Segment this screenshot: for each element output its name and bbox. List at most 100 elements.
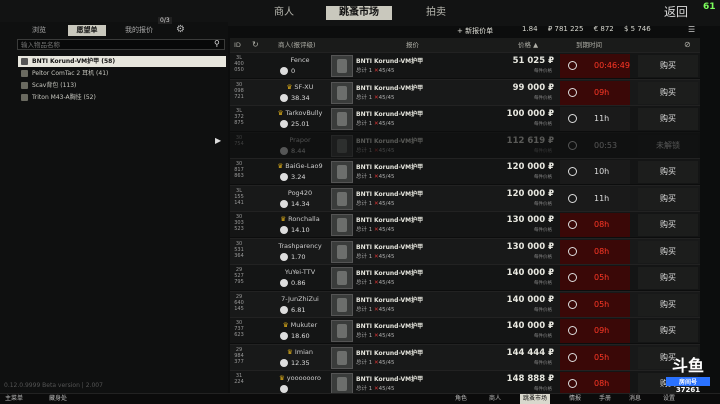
seller-name[interactable]: 7-JunZhiZui — [260, 295, 340, 303]
close-icon[interactable]: ⊘ — [684, 38, 691, 52]
item-thumbnail[interactable] — [331, 134, 353, 157]
item-thumbnail[interactable] — [331, 240, 353, 263]
tab-traders[interactable]: 商人 — [262, 6, 306, 20]
buy-button[interactable]: 购买 — [638, 187, 698, 210]
item-thumbnail[interactable] — [331, 214, 353, 236]
table-row[interactable]: 30 754 Prapor 8.44 BNTI Korund-VM护甲 总计 1 ✕45/… — [230, 131, 700, 158]
buy-button[interactable]: 购买 — [638, 267, 698, 289]
seller-name[interactable]: Pog420 — [260, 189, 340, 197]
item-thumbnail[interactable] — [331, 108, 353, 130]
handbook-button[interactable]: 手册 — [596, 394, 614, 404]
buy-button[interactable]: 未解锁 — [638, 134, 698, 157]
seller-rating: 1.70 — [280, 252, 336, 261]
tab-wishlist[interactable]: 愿望单 — [68, 25, 106, 36]
table-row[interactable]: 30 098 721 ♛ SF-XU 38.34 BNTI Korund-VM护甲 总计 1 … — [230, 78, 700, 105]
item-name: BNTI Korund-VM护甲 — [356, 270, 424, 277]
table-row[interactable]: 29 527 795 YuYei-TTV 0.86 BNTI Korund-VM护甲 总计 … — [230, 264, 700, 290]
seller-name[interactable]: Prapor — [260, 136, 340, 144]
tab-browse[interactable]: 浏览 — [20, 25, 58, 36]
clock-icon — [568, 379, 577, 388]
buy-button[interactable]: 购买 — [638, 161, 698, 183]
wishlist-item[interactable]: Peltor ComTac 2 耳机 (41) — [18, 68, 226, 79]
seller-name[interactable]: ♛ Ronchalla — [260, 215, 340, 223]
wishlist-item[interactable]: BNTI Korund-VM护甲 (58) — [18, 56, 226, 67]
seller-name[interactable]: ♛ BaiGe-Lao9 — [260, 162, 340, 170]
buy-button[interactable]: 购买 — [638, 81, 698, 104]
table-row[interactable]: 30 737 623 ♛ Mukuter 18.60 BNTI Korund-VM护甲 总计 … — [230, 317, 700, 343]
item-thumbnail[interactable] — [331, 187, 353, 210]
header-expire[interactable]: 到期时间 — [576, 38, 602, 52]
settings-button[interactable]: 设置 — [660, 394, 678, 404]
rating-badge-icon — [280, 252, 288, 261]
seller-name[interactable]: ♛ yooooooro — [260, 374, 340, 382]
buy-button[interactable]: 购买 — [638, 240, 698, 263]
buy-button[interactable]: 购买 — [638, 214, 698, 236]
table-row[interactable]: 30 303 523 ♛ Ronchalla 14.10 BNTI Korund-VM护甲总… — [230, 211, 700, 237]
flea-market-button[interactable]: 跳蚤市场 — [520, 394, 551, 404]
new-offer-button[interactable]: + 新报价单 — [457, 26, 493, 36]
main-menu-button[interactable]: 主菜单 — [2, 394, 26, 404]
seller-name[interactable]: YuYei-TTV — [260, 268, 340, 276]
gear-icon[interactable]: ⚙ — [176, 24, 185, 35]
tab-my-offers[interactable]: 我的报价 — [116, 25, 162, 36]
seller-name[interactable]: Trashparency — [260, 242, 340, 250]
header-item[interactable]: 报价 — [406, 38, 419, 52]
table-row[interactable]: 3L 372 875 ♛ TarkovBully 25.01 BNTI Korund-VM护… — [230, 105, 700, 131]
back-button[interactable]: 返回 — [664, 3, 688, 20]
messages-button[interactable]: 消息 — [626, 394, 644, 404]
crown-icon: ♛ — [277, 109, 284, 117]
search-input[interactable] — [17, 39, 225, 50]
seller-rating: 38.34 — [280, 93, 336, 102]
seller-name[interactable]: ♛ Imian — [260, 348, 340, 356]
seller-name[interactable]: Fence — [260, 56, 340, 64]
wishlist-item[interactable]: Scav背包 (113) — [18, 80, 226, 91]
header-seller[interactable]: 商人(报评级) — [278, 38, 316, 52]
expire-timer: 10h — [560, 160, 630, 184]
seller-rating: 12.35 — [280, 358, 336, 367]
intel-button[interactable]: 情报 — [566, 394, 584, 404]
tab-auction[interactable]: 拍卖 — [416, 6, 456, 20]
refresh-icon[interactable]: ↻ — [252, 38, 259, 52]
item-thumbnail[interactable] — [331, 81, 353, 104]
item-thumbnail[interactable] — [331, 55, 353, 77]
wishlist-item[interactable]: Triton M43-A胸挂 (52) — [18, 92, 226, 103]
tab-flea-market[interactable]: 跳蚤市场 — [326, 6, 392, 20]
rating-badge-icon — [280, 358, 288, 367]
offer-id: 3L 372 875 — [234, 108, 244, 126]
hideout-button[interactable]: 藏身处 — [46, 394, 70, 404]
table-row[interactable]: 30 531 364 Trashparency 1.70 BNTI Korund-VM护甲… — [230, 237, 700, 264]
view-toggle-icon[interactable]: ☰ — [688, 25, 695, 34]
clock-icon — [568, 61, 577, 70]
buy-button[interactable]: 购买 — [638, 108, 698, 130]
item-icon — [21, 70, 28, 77]
buy-button[interactable]: 购买 — [638, 320, 698, 342]
item-thumbnail[interactable] — [331, 267, 353, 289]
table-row[interactable]: 29 984 377 ♛ Imian 12.35 BNTI Korund-VM护甲 总计 1 … — [230, 343, 700, 370]
seller-name[interactable]: ♛ TarkovBully — [260, 109, 340, 117]
buy-button[interactable]: 购买 — [638, 293, 698, 316]
search-icon[interactable]: ⚲ — [214, 39, 220, 48]
crown-icon: ♛ — [278, 374, 285, 382]
header-price[interactable]: 价格 ▲ — [518, 38, 538, 52]
seller-name[interactable]: ♛ SF-XU — [260, 83, 340, 91]
rating-badge-icon — [280, 120, 288, 128]
item-thumbnail[interactable] — [331, 293, 353, 316]
rating-value: 1.84 — [522, 25, 538, 33]
unit-label: 每件价格 — [534, 228, 552, 233]
item-requirements: 总计 1 ✕45/45 — [356, 333, 395, 339]
table-row[interactable]: 3L 400 050 Fence 0 BNTI Korund-VM护甲 总计 1 ✕45/4… — [230, 52, 700, 78]
buy-button[interactable]: 购买 — [638, 55, 698, 77]
item-thumbnail[interactable] — [331, 320, 353, 342]
item-thumbnail[interactable] — [331, 373, 353, 395]
table-row[interactable]: 30 817 863 ♛ BaiGe-Lao9 3.24 BNTI Korund-VM护甲总… — [230, 158, 700, 184]
traders-button[interactable]: 商人 — [486, 394, 504, 404]
item-thumbnail[interactable] — [331, 346, 353, 369]
character-button[interactable]: 角色 — [452, 394, 470, 404]
item-thumbnail[interactable] — [331, 161, 353, 183]
collapse-arrow-icon[interactable]: ▶ — [215, 136, 221, 145]
table-row[interactable]: 3L 155 141 Pog420 14.34 BNTI Korund-VM护甲 总计 1 … — [230, 184, 700, 211]
header-id[interactable]: ID — [234, 38, 241, 52]
table-row[interactable]: 29 640 145 7-JunZhiZui 6.81 BNTI Korund-VM护甲总… — [230, 290, 700, 317]
seller-name[interactable]: ♛ Mukuter — [260, 321, 340, 329]
currency-bar: 1.84 ₽ 781 225 € 872 $ 5 746 — [522, 25, 659, 33]
